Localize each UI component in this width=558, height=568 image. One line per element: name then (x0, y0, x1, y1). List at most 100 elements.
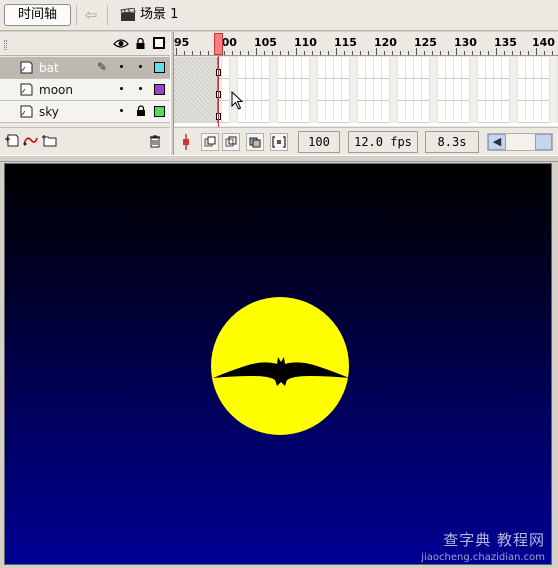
layer-color-swatch[interactable] (154, 106, 165, 117)
layer-row-sky[interactable]: sky (0, 101, 170, 123)
frame-cell[interactable] (550, 79, 558, 101)
layer-color-swatch[interactable] (154, 84, 165, 95)
frame-cell[interactable] (350, 101, 358, 123)
frame-cell[interactable] (438, 101, 446, 123)
frame-cell[interactable] (478, 57, 486, 79)
frame-cell[interactable] (518, 79, 526, 101)
frame-cell[interactable] (374, 101, 382, 123)
frame-cell[interactable] (470, 101, 478, 123)
frame-cell[interactable] (366, 57, 374, 79)
scene-breadcrumb[interactable]: 场景 1 (140, 6, 178, 24)
arrow-left-icon[interactable]: ⇦ (82, 6, 100, 24)
frame-cell[interactable] (390, 101, 398, 123)
frame-cell[interactable] (294, 101, 302, 123)
frame-cell[interactable] (550, 101, 558, 123)
frame-cell[interactable] (366, 101, 374, 123)
outline-icon[interactable] (153, 37, 165, 49)
timeline-toggle-button[interactable]: 时间轴 (4, 4, 71, 26)
frame-cell[interactable] (414, 57, 422, 79)
frame-cell[interactable] (398, 57, 406, 79)
frame-cell[interactable] (262, 57, 270, 79)
frame-cell[interactable] (542, 57, 550, 79)
modify-onion-markers-button[interactable] (270, 133, 288, 151)
frame-cell[interactable] (446, 57, 454, 79)
layer-color-swatch[interactable] (154, 62, 165, 73)
frame-cell[interactable] (374, 57, 382, 79)
frame-cell[interactable] (230, 57, 238, 79)
frame-cell[interactable] (302, 79, 310, 101)
frame-row-bat[interactable] (174, 57, 558, 79)
lock-icon[interactable] (136, 105, 146, 117)
onion-skin-outlines-button[interactable] (222, 133, 240, 151)
frame-cell[interactable] (510, 79, 518, 101)
lock-icon[interactable] (135, 37, 146, 50)
frame-cell[interactable] (246, 101, 254, 123)
frame-cell[interactable] (446, 79, 454, 101)
add-motion-guide-icon[interactable] (22, 133, 38, 147)
frame-cell[interactable] (326, 79, 334, 101)
frame-cell[interactable] (310, 79, 318, 101)
frame-cell[interactable] (278, 79, 286, 101)
visible-dot-icon[interactable] (120, 109, 123, 112)
frame-cell[interactable] (542, 101, 550, 123)
frame-cell[interactable] (462, 79, 470, 101)
frame-cell[interactable] (270, 101, 278, 123)
frame-cell[interactable] (302, 57, 310, 79)
frame-cell[interactable] (350, 79, 358, 101)
frame-cell[interactable] (270, 79, 278, 101)
frame-cell[interactable] (462, 57, 470, 79)
frame-cell[interactable] (342, 101, 350, 123)
frame-cell[interactable] (334, 79, 342, 101)
frame-cell[interactable] (550, 57, 558, 79)
frame-cell[interactable] (342, 79, 350, 101)
frame-cell[interactable] (534, 57, 542, 79)
frame-cell[interactable] (390, 79, 398, 101)
frame-cell[interactable] (318, 101, 326, 123)
frame-cell[interactable] (326, 101, 334, 123)
frame-cell[interactable] (438, 57, 446, 79)
frame-cell[interactable] (462, 101, 470, 123)
frame-cell[interactable] (486, 79, 494, 101)
frame-cell[interactable] (422, 101, 430, 123)
frame-cell[interactable] (366, 79, 374, 101)
frame-cell[interactable] (478, 79, 486, 101)
frame-cell[interactable] (374, 79, 382, 101)
frame-cell[interactable] (406, 79, 414, 101)
frame-cell[interactable] (422, 79, 430, 101)
frame-cell[interactable] (246, 57, 254, 79)
frame-cell[interactable] (294, 57, 302, 79)
frame-cell[interactable] (478, 101, 486, 123)
scroll-left-arrow-icon[interactable]: ◀ (488, 134, 506, 150)
frame-cell[interactable] (334, 101, 342, 123)
frame-cell[interactable] (278, 101, 286, 123)
frame-cell[interactable] (526, 57, 534, 79)
frame-cell[interactable] (534, 101, 542, 123)
frame-cell[interactable] (278, 57, 286, 79)
frame-cell[interactable] (326, 57, 334, 79)
frame-cell[interactable] (534, 79, 542, 101)
center-frame-icon[interactable] (179, 133, 193, 151)
frame-cell[interactable] (270, 57, 278, 79)
frame-cell[interactable] (222, 101, 230, 123)
frame-cell[interactable] (510, 57, 518, 79)
frame-cell[interactable] (502, 79, 510, 101)
layer-row-moon[interactable]: moon (0, 79, 170, 101)
frame-cell[interactable] (238, 57, 246, 79)
timeline-stage-splitter[interactable] (0, 155, 558, 162)
frame-cell[interactable] (350, 57, 358, 79)
unlocked-dot-icon[interactable] (139, 65, 142, 68)
frame-cell[interactable] (526, 101, 534, 123)
panel-grip-icon[interactable] (4, 40, 7, 50)
frame-cell[interactable] (286, 101, 294, 123)
frame-cell[interactable] (542, 79, 550, 101)
visible-dot-icon[interactable] (120, 87, 123, 90)
frame-cell[interactable] (382, 57, 390, 79)
onion-skin-button[interactable] (201, 133, 219, 151)
frame-cell[interactable] (486, 101, 494, 123)
frame-cell[interactable] (454, 57, 462, 79)
frame-cell[interactable] (382, 79, 390, 101)
layer-row-bat[interactable]: bat ✎ (0, 57, 170, 79)
bat-graphic[interactable] (211, 354, 351, 388)
frame-cell[interactable] (518, 101, 526, 123)
eye-icon[interactable] (113, 38, 129, 49)
